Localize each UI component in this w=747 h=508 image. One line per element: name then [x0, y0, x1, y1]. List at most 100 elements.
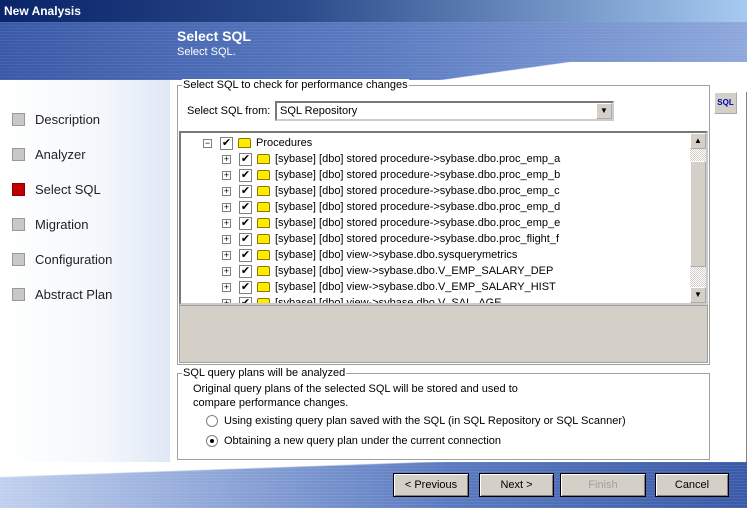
tree-label: [sybase] [dbo] stored procedure->sybase.… — [275, 153, 561, 165]
tree-item[interactable]: + ✔ [sybase] [dbo] stored procedure->sybas… — [222, 215, 560, 231]
tree-label: [sybase] [dbo] stored procedure->sybase.… — [275, 233, 560, 245]
step-label: Description — [35, 112, 101, 127]
tree-item[interactable]: + ✔ [sybase] [dbo] stored procedure->sybas… — [222, 231, 559, 247]
checkbox[interactable]: ✔ — [239, 264, 252, 278]
folder-icon — [257, 266, 270, 276]
step-label: Select SQL — [35, 182, 101, 197]
tree-root-procedures[interactable]: − ✔ Procedures — [203, 135, 312, 151]
step-indicator — [12, 183, 25, 196]
tree-item[interactable]: + ✔ [sybase] [dbo] view->sybase.dbo.sysque… — [222, 247, 517, 263]
cancel-button[interactable]: Cancel — [655, 473, 729, 497]
expand-icon[interactable]: + — [222, 234, 231, 244]
wizard-steps-sidebar — [0, 80, 170, 465]
scroll-up-arrow-icon[interactable]: ▲ — [690, 133, 706, 149]
tree-item[interactable]: + ✔ [sybase] [dbo] stored procedure->sybas… — [222, 167, 560, 183]
checkbox[interactable]: ✔ — [239, 296, 252, 303]
folder-icon — [257, 218, 270, 228]
tree-label: [sybase] [dbo] view->sybase.dbo.sysquery… — [275, 249, 518, 261]
folder-icon — [257, 298, 270, 303]
step-indicator — [12, 148, 25, 161]
checkbox[interactable]: ✔ — [239, 200, 252, 214]
page-title: Select SQL — [177, 28, 251, 44]
folder-icon — [257, 250, 270, 260]
scroll-down-arrow-icon[interactable]: ▼ — [690, 287, 706, 303]
radio-label: Using existing query plan saved with the… — [224, 415, 626, 427]
finish-button[interactable]: Finish — [560, 473, 646, 497]
tree-item[interactable]: + ✔ [sybase] [dbo] stored procedure->sybas… — [222, 199, 560, 215]
plan-description: Original query plans of the selected SQL… — [193, 383, 518, 409]
chevron-down-icon[interactable]: ▼ — [596, 103, 612, 119]
expand-icon[interactable]: + — [222, 154, 231, 164]
checkbox[interactable]: ✔ — [239, 168, 252, 182]
group-legend: Select SQL to check for performance chan… — [182, 79, 409, 91]
expand-icon[interactable]: + — [222, 186, 231, 196]
sql-source-dropdown[interactable]: SQL Repository ▼ — [275, 101, 614, 121]
title-bar: New Analysis — [0, 0, 747, 22]
expand-icon[interactable]: + — [222, 250, 231, 260]
radio-label: Obtaining a new query plan under the cur… — [224, 435, 502, 447]
step-analyzer: Analyzer — [12, 147, 86, 162]
select-from-label: Select SQL from: — [187, 105, 271, 117]
previous-button[interactable]: < Previous — [393, 473, 469, 497]
step-configuration: Configuration — [12, 252, 112, 267]
sql-icon[interactable]: SQL — [714, 92, 737, 114]
step-label: Analyzer — [35, 147, 86, 162]
expand-icon[interactable]: + — [222, 282, 231, 292]
step-abstract-plan: Abstract Plan — [12, 287, 112, 302]
checkbox[interactable]: ✔ — [239, 248, 252, 262]
folder-icon — [257, 202, 270, 212]
collapse-icon[interactable]: − — [203, 138, 212, 148]
tree-label: [sybase] [dbo] view->sybase.dbo.V_SAL_AG… — [275, 297, 502, 305]
folder-icon — [257, 154, 270, 164]
tree-label: [sybase] [dbo] stored procedure->sybase.… — [275, 185, 560, 197]
tree-item[interactable]: + ✔ [sybase] [dbo] view->sybase.dbo.V_SAL_… — [222, 295, 502, 305]
step-label: Abstract Plan — [35, 287, 113, 302]
group-legend: SQL query plans will be analyzed — [182, 367, 347, 379]
radio-button[interactable] — [206, 415, 218, 427]
checkbox[interactable]: ✔ — [239, 216, 252, 230]
tree-item[interactable]: + ✔ [sybase] [dbo] stored procedure->sybas… — [222, 183, 560, 199]
page-subtitle: Select SQL. — [177, 46, 236, 58]
step-label: Configuration — [35, 252, 113, 267]
expand-icon[interactable]: + — [222, 266, 231, 276]
checkbox[interactable]: ✔ — [239, 232, 252, 246]
tree-label: [sybase] [dbo] view->sybase.dbo.V_EMP_SA… — [275, 281, 556, 293]
step-migration: Migration — [12, 217, 88, 232]
folder-icon — [257, 282, 270, 292]
step-indicator — [12, 253, 25, 266]
radio-existing-plan[interactable]: Using existing query plan saved with the… — [206, 415, 626, 427]
folder-icon — [257, 170, 270, 180]
folder-icon — [257, 186, 270, 196]
tree-label: [sybase] [dbo] view->sybase.dbo.V_EMP_SA… — [275, 265, 554, 277]
sql-tree[interactable]: − ✔ Procedures + ✔ [sybase] [dbo] stored p… — [179, 131, 708, 305]
step-indicator — [12, 218, 25, 231]
folder-icon — [238, 138, 251, 148]
checkbox[interactable]: ✔ — [239, 152, 252, 166]
expand-icon[interactable]: + — [222, 170, 231, 180]
step-select-sql: Select SQL — [12, 182, 101, 197]
radio-new-plan[interactable]: Obtaining a new query plan under the cur… — [206, 435, 501, 447]
checkbox[interactable]: ✔ — [239, 184, 252, 198]
expand-icon[interactable]: + — [222, 202, 231, 212]
next-button[interactable]: Next > — [479, 473, 554, 497]
step-description: Description — [12, 112, 100, 127]
tree-label: Procedures — [256, 137, 313, 149]
checkbox[interactable]: ✔ — [239, 280, 252, 294]
tree-item[interactable]: + ✔ [sybase] [dbo] view->sybase.dbo.V_EMP_… — [222, 279, 556, 295]
tree-item[interactable]: + ✔ [sybase] [dbo] view->sybase.dbo.V_EMP_… — [222, 263, 553, 279]
details-panel — [179, 305, 708, 363]
step-indicator — [12, 288, 25, 301]
tree-label: [sybase] [dbo] stored procedure->sybase.… — [275, 201, 561, 213]
checkbox[interactable]: ✔ — [220, 136, 233, 150]
tree-item[interactable]: + ✔ [sybase] [dbo] stored procedure->sybas… — [222, 151, 560, 167]
step-label: Migration — [35, 217, 89, 232]
tree-label: [sybase] [dbo] stored procedure->sybase.… — [275, 169, 561, 181]
radio-button[interactable] — [206, 435, 218, 447]
step-indicator — [12, 113, 25, 126]
vertical-scrollbar[interactable]: ▲ ▼ — [690, 133, 706, 303]
scroll-thumb[interactable] — [690, 161, 706, 267]
expand-icon[interactable]: + — [222, 218, 231, 228]
tree-label: [sybase] [dbo] stored procedure->sybase.… — [275, 217, 561, 229]
folder-icon — [257, 234, 270, 244]
dropdown-value: SQL Repository — [280, 105, 358, 117]
